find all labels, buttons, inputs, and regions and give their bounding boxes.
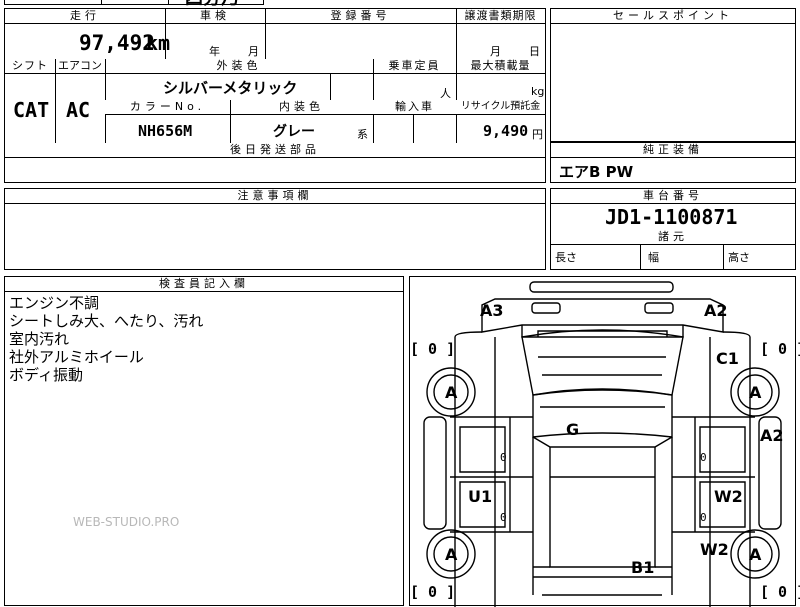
door-zero-right-rear: 0 bbox=[700, 511, 707, 524]
chassis-box: 車台番号 JD1-1100871 諸元 長さ 幅 高さ bbox=[550, 188, 796, 270]
load-unit: kg bbox=[531, 85, 545, 98]
note-line: エンジン不調 bbox=[9, 294, 100, 312]
tire-front-left: A bbox=[445, 383, 458, 402]
door-zero-right-front: 0 bbox=[700, 451, 707, 464]
watermark: WEB-STUDIO.PRO bbox=[73, 515, 180, 529]
header-sales-point: セールスポイント bbox=[551, 9, 795, 24]
transfer-day: 日 bbox=[529, 45, 540, 58]
cautions-box: 注意事項欄 bbox=[4, 188, 546, 270]
mark-right-fender: C1 bbox=[716, 349, 739, 368]
tread-rear-right: [ 0 ] bbox=[760, 583, 800, 601]
inspection-month: 月 bbox=[248, 45, 259, 58]
header-equipment: 純正装備 bbox=[551, 143, 795, 158]
inspector-notes-box: 検査員記入欄 エンジン不調 シートしみ大、へたり、汚れ 室内汚れ 社外アルミホイ… bbox=[4, 276, 404, 606]
capacity-unit: 人 bbox=[440, 87, 451, 100]
mark-right-quarter: W2 bbox=[700, 540, 729, 559]
sales-point-box: セールスポイント bbox=[550, 8, 796, 142]
chassis-no-value: JD1-1100871 bbox=[605, 205, 738, 229]
header-aircon: エアコン bbox=[55, 59, 105, 74]
mark-roof: G bbox=[566, 420, 580, 439]
mark-rear: B1 bbox=[631, 558, 655, 577]
door-zero-left-rear: 0 bbox=[500, 511, 507, 524]
inspector-notes-list: エンジン不調 シートしみ大、へたり、汚れ 室内汚れ 社外アルミホイール ボディ振… bbox=[9, 294, 203, 384]
door-zero-left-front: 0 bbox=[500, 451, 507, 464]
mark-front-right-corner: A2 bbox=[704, 301, 728, 320]
header-import: 輸入車 bbox=[373, 100, 456, 115]
top-cut-row: 四分乃 bbox=[4, 0, 264, 9]
header-inspector-notes: 検査員記入欄 bbox=[5, 277, 403, 292]
mark-front-left-corner: A3 bbox=[480, 301, 504, 320]
mileage-unit: km bbox=[146, 31, 171, 55]
header-interior-color: 内装色 bbox=[230, 100, 373, 115]
vehicle-info-table: 走行 車検 登録番号 譲渡書類期限 97,492 km 年 月 月 日 シフト … bbox=[4, 8, 546, 183]
header-cautions: 注意事項欄 bbox=[5, 189, 545, 204]
tire-rear-left: A bbox=[445, 545, 458, 564]
recycle-value: 9,490 bbox=[483, 122, 529, 140]
note-line: 室内汚れ bbox=[9, 330, 70, 348]
aircon-value: AC bbox=[66, 98, 91, 122]
color-no-value: NH656M bbox=[138, 122, 193, 140]
interior-color-suffix: 系 bbox=[357, 128, 368, 141]
tread-front-left: [ 0 ] bbox=[410, 340, 456, 358]
header-shift: シフト bbox=[5, 59, 55, 74]
header-dimensions: 諸元 bbox=[551, 230, 795, 245]
shift-value: CAT bbox=[13, 98, 50, 122]
length-label: 長さ bbox=[555, 251, 577, 264]
mark-left-rear-door: U1 bbox=[468, 487, 493, 506]
exterior-color-value: シルバーメタリック bbox=[163, 79, 298, 97]
note-line: 社外アルミホイール bbox=[9, 348, 144, 366]
recycle-unit: 円 bbox=[532, 128, 543, 141]
header-max-load: 最大積載量 bbox=[456, 59, 545, 74]
equipment-value: エアB PW bbox=[559, 163, 634, 181]
interior-color-value: グレー bbox=[273, 124, 315, 140]
mileage-value: 97,492 bbox=[79, 31, 155, 55]
note-line: ボディ振動 bbox=[9, 366, 83, 384]
header-later-parts: 後日発送部品 bbox=[5, 143, 545, 158]
header-recycle: リサイクル預託金 bbox=[456, 100, 545, 115]
note-line: シートしみ大、へたり、汚れ bbox=[9, 312, 204, 330]
header-inspection: 車検 bbox=[165, 9, 265, 24]
mark-right-rear-door: W2 bbox=[714, 487, 743, 506]
inspection-year: 年 bbox=[209, 45, 220, 58]
height-label: 高さ bbox=[728, 251, 750, 264]
car-diagram-box: A3 A2 C1 A2 G U1 W2 W2 B1 A A A A [ 0 ] … bbox=[409, 276, 800, 607]
tread-rear-left: [ 0 ] bbox=[410, 583, 456, 601]
tire-rear-right: A bbox=[749, 545, 762, 564]
header-capacity: 乗車定員 bbox=[373, 59, 456, 74]
header-transfer-deadline: 譲渡書類期限 bbox=[456, 9, 545, 24]
car-diagram-drawing bbox=[423, 281, 782, 607]
header-color-no: カラーNo. bbox=[105, 100, 230, 115]
mark-right-front-door: A2 bbox=[760, 426, 784, 445]
width-label: 幅 bbox=[648, 251, 659, 264]
header-registration: 登録番号 bbox=[265, 9, 456, 24]
tire-front-right: A bbox=[749, 383, 762, 402]
header-mileage: 走行 bbox=[5, 9, 165, 24]
header-chassis-no: 車台番号 bbox=[551, 189, 795, 204]
transfer-month: 月 bbox=[490, 45, 501, 58]
header-exterior-color: 外装色 bbox=[105, 59, 373, 74]
tread-front-right: [ 0 ] bbox=[760, 340, 800, 358]
equipment-box: 純正装備 エアB PW bbox=[550, 142, 796, 183]
